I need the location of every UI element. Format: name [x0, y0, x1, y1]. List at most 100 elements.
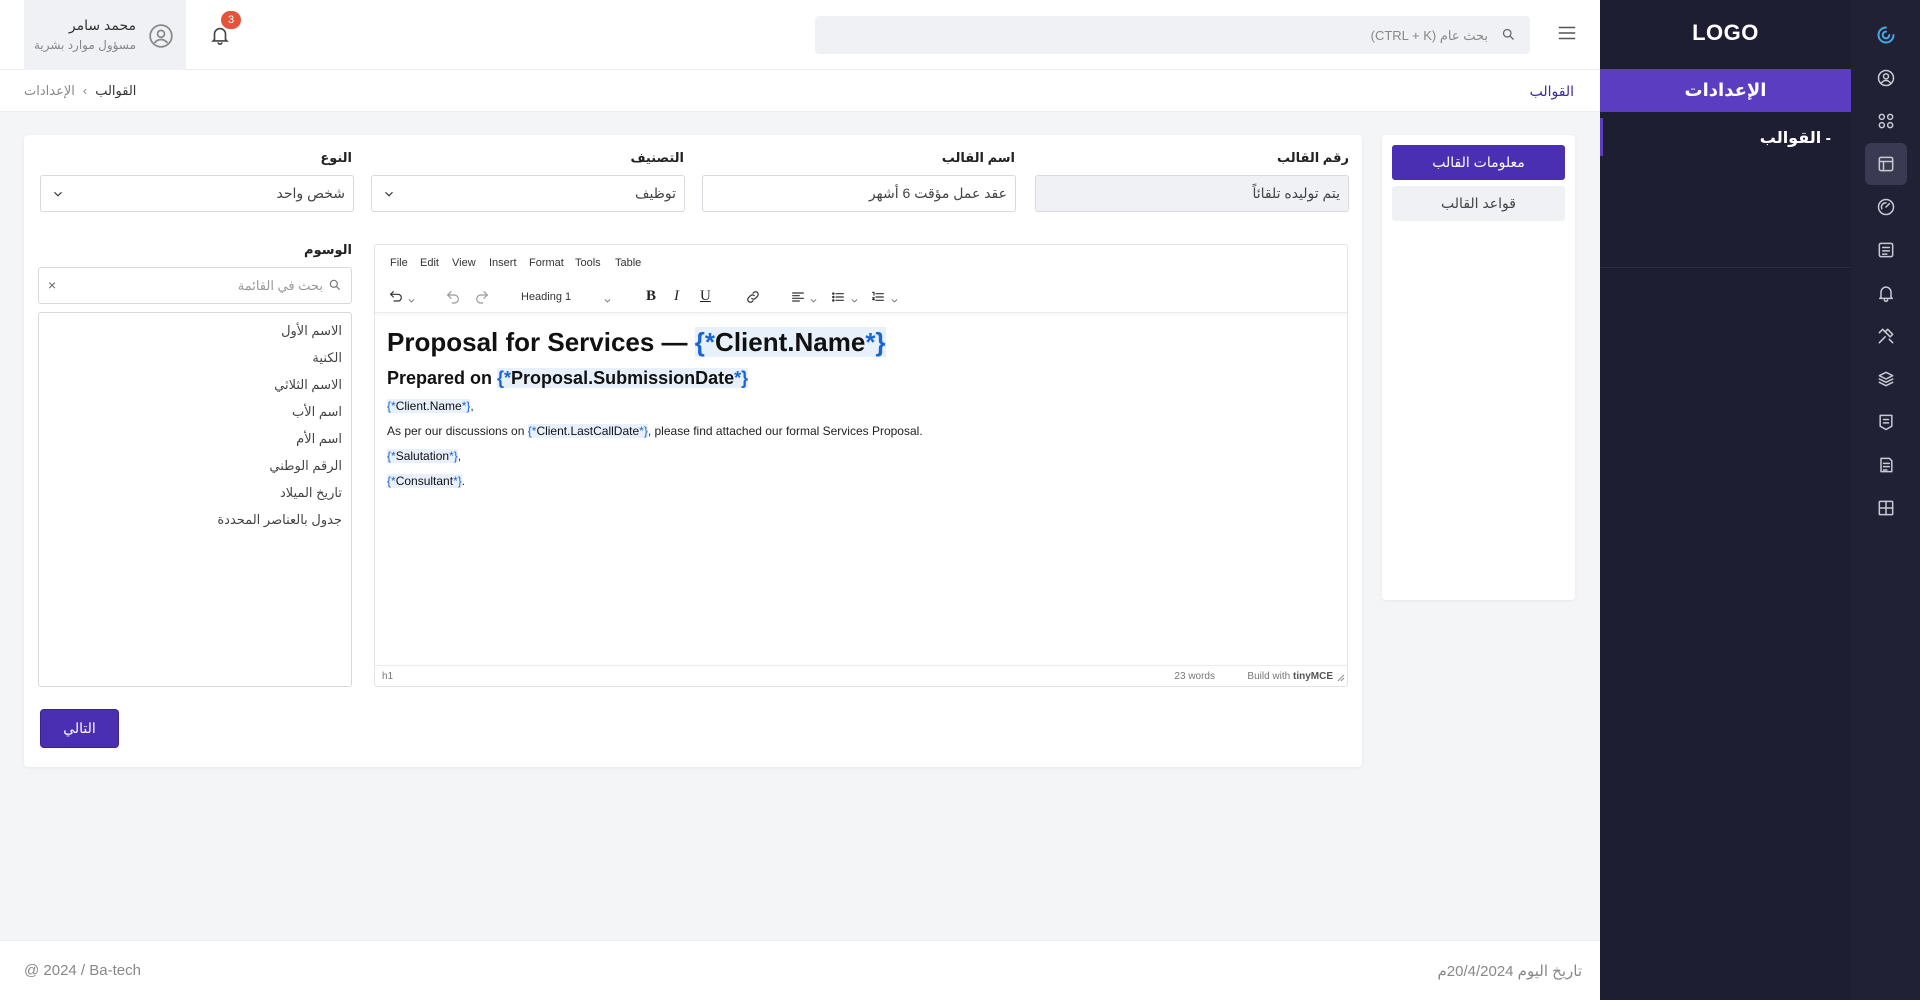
tags-label: الوسوم [304, 242, 352, 257]
underline-button[interactable]: U [700, 288, 711, 305]
gauge-icon[interactable] [1865, 186, 1907, 228]
merge-tag-open: {* [497, 368, 512, 388]
merge-tag-var: Client.Name [395, 399, 462, 413]
badge-icon[interactable] [1865, 401, 1907, 443]
heading1-prefix: Proposal for Services — [387, 327, 695, 357]
editor-statusbar: h1 23 words Build with tinyMCE [375, 665, 1347, 686]
user-menu[interactable]: محمد سامر مسؤول موارد بشرية [24, 0, 186, 70]
apps-icon[interactable] [1865, 100, 1907, 142]
redo-icon[interactable] [474, 289, 490, 305]
template-tabs-panel: معلومات القالب قواعد القالب [1382, 135, 1575, 600]
tag-item[interactable]: جدول بالعناصر المحددة [39, 506, 351, 533]
merge-tags-icon[interactable] [388, 289, 404, 305]
menu-tools[interactable]: Tools [575, 257, 601, 269]
element-path[interactable]: h1 [382, 671, 393, 682]
merge-tag-close: *} [865, 327, 886, 357]
tools-icon[interactable] [1865, 315, 1907, 357]
template-number-field: يتم توليده تلقائاً [1035, 175, 1349, 212]
block-format-select[interactable]: Heading 1 [515, 287, 615, 307]
layout-icon[interactable] [1865, 143, 1907, 185]
heading2-prefix: Prepared on [387, 368, 498, 388]
editor-branding[interactable]: Build with tinyMCE [1247, 671, 1333, 682]
tags-list: الاسم الأول الكنية الاسم الثلاثي اسم الأ… [38, 312, 352, 687]
tab-template-rules[interactable]: قواعد القالب [1392, 186, 1565, 221]
type-value: شخص واحد [276, 185, 345, 201]
logo-mark-icon[interactable] [1865, 14, 1907, 56]
template-name-field[interactable]: عقد عمل مؤقت 6 أشهر [702, 175, 1016, 212]
breadcrumb-current: القوالب [95, 83, 137, 98]
breadcrumb-separator: › [82, 83, 88, 98]
chevron-down-icon[interactable] [890, 292, 899, 303]
chevron-down-icon[interactable] [407, 292, 416, 303]
global-search [815, 16, 1530, 54]
avatar-icon [148, 23, 174, 49]
clear-search-icon[interactable]: × [48, 277, 56, 293]
bell-icon[interactable] [1865, 272, 1907, 314]
active-indicator [1600, 118, 1603, 156]
tag-item[interactable]: الكنية [39, 344, 351, 371]
page-title: القوالب [1529, 83, 1574, 99]
align-left-icon[interactable] [790, 289, 806, 305]
menu-view[interactable]: View [452, 257, 476, 269]
template-form-card: رقم القالب اسم القالب التصنيف النوع يتم … [24, 135, 1362, 767]
report-icon[interactable] [1865, 444, 1907, 486]
breadcrumb: القوالب › الإعدادات [24, 83, 136, 99]
tag-item[interactable]: الاسم الأول [39, 317, 351, 344]
bold-button[interactable]: B [646, 288, 656, 305]
tag-item[interactable]: اسم الأب [39, 398, 351, 425]
menu-edit[interactable]: Edit [420, 257, 439, 269]
list-icon[interactable] [1865, 229, 1907, 271]
undo-icon[interactable] [445, 289, 461, 305]
paragraph-prefix: As per our discussions on [387, 424, 528, 438]
notification-count-badge: 3 [221, 11, 241, 29]
chevron-down-icon[interactable] [850, 292, 859, 303]
grid-icon[interactable] [1865, 487, 1907, 529]
template-name-label: اسم القالب [941, 150, 1015, 165]
numbered-list-icon[interactable] [870, 289, 886, 305]
breadcrumb-bar: القوالب القوالب › الإعدادات [0, 70, 1600, 112]
menu-file[interactable]: File [390, 257, 408, 269]
category-select[interactable]: توظيف [371, 175, 685, 212]
type-label: النوع [320, 150, 352, 165]
tag-item[interactable]: تاريخ الميلاد [39, 479, 351, 506]
editor-content[interactable]: Proposal for Services — {*Client.Name*} … [375, 313, 1347, 667]
user-circle-icon[interactable] [1865, 57, 1907, 99]
paragraph-suffix: , [457, 449, 462, 463]
global-search-input[interactable] [815, 16, 1530, 54]
italic-button[interactable]: I [674, 288, 679, 305]
tags-search: × [38, 267, 352, 304]
merge-tag-close: *} [639, 424, 648, 438]
chevron-down-icon [51, 187, 65, 201]
user-name: محمد سامر [68, 17, 136, 33]
breadcrumb-parent-link[interactable]: الإعدادات [24, 83, 75, 98]
chevron-down-icon [603, 292, 612, 303]
block-format-value: Heading 1 [521, 291, 572, 303]
content-heading-1: Proposal for Services — {*Client.Name*} [387, 327, 1335, 358]
tab-template-info[interactable]: معلومات القالب [1392, 145, 1565, 180]
tag-item[interactable]: اسم الأم [39, 425, 351, 452]
type-select[interactable]: شخص واحد [40, 175, 354, 212]
menu-insert[interactable]: Insert [489, 257, 517, 269]
content-paragraph: As per our discussions on {*Client.LastC… [387, 424, 1335, 438]
menu-table[interactable]: Table [615, 257, 641, 269]
sidebar-item-settings[interactable]: الإعدادات [1600, 69, 1851, 112]
paragraph-suffix: . [461, 474, 466, 488]
tag-item[interactable]: الاسم الثلاثي [39, 371, 351, 398]
chevron-down-icon[interactable] [809, 292, 818, 303]
footer-date: تاريخ اليوم 20/4/2024م [1437, 963, 1582, 980]
sidebar-item-templates[interactable]: - القوالب [1760, 128, 1831, 148]
content-paragraph: {*Consultant*}. [387, 474, 1335, 488]
layers-icon[interactable] [1865, 358, 1907, 400]
word-count[interactable]: 23 words [1174, 671, 1215, 682]
tag-item[interactable]: الرقم الوطني [39, 452, 351, 479]
editor-menubar: File Edit View Insert Format Tools Table [375, 245, 1347, 281]
menu-format[interactable]: Format [529, 257, 564, 269]
icon-rail [1851, 0, 1920, 1000]
hamburger-menu-icon[interactable] [1556, 22, 1578, 44]
link-icon[interactable] [745, 289, 761, 305]
bullet-list-icon[interactable] [830, 289, 846, 305]
resize-handle-icon[interactable] [1337, 674, 1345, 682]
next-button[interactable]: التالي [41, 710, 118, 747]
merge-tag-var: Client.Name [715, 327, 866, 357]
tags-search-input[interactable] [39, 268, 351, 303]
